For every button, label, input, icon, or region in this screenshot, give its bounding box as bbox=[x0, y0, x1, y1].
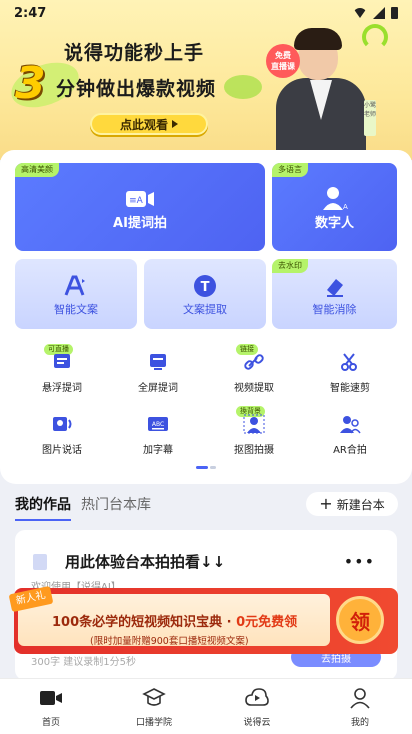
fullscreen-prompter-icon bbox=[147, 352, 169, 372]
nav-label: 口播学院 bbox=[135, 718, 172, 728]
nav-profile[interactable]: 我的 bbox=[325, 687, 395, 728]
watch-now-button[interactable]: 点此观看 bbox=[90, 113, 208, 135]
page-dot bbox=[210, 466, 216, 469]
item-label: 悬浮提词 bbox=[42, 383, 82, 394]
script-meta: 300字 建议录制1分5秒 bbox=[31, 657, 136, 668]
item-label: AR合拍 bbox=[333, 445, 367, 456]
eraser-icon bbox=[324, 276, 346, 298]
card-tag: 去水印 bbox=[272, 259, 308, 273]
smart-erase-card[interactable]: 去水印 智能消除 bbox=[272, 259, 397, 329]
nav-label: 我的 bbox=[350, 718, 369, 728]
card-label: 智能消除 bbox=[312, 303, 357, 316]
item-label: 图片说话 bbox=[42, 445, 82, 456]
digital-human-card[interactable]: 多语言 Ai 数字人 bbox=[272, 163, 397, 251]
image-talk-icon bbox=[51, 414, 73, 434]
more-options-icon[interactable]: ••• bbox=[344, 552, 375, 571]
nav-home[interactable]: 首页 bbox=[16, 687, 86, 728]
svg-text:ABC: ABC bbox=[152, 421, 164, 428]
item-label: 视频提取 bbox=[234, 383, 274, 394]
svg-text:Ai: Ai bbox=[343, 203, 348, 211]
add-subtitle-item[interactable]: ABC 加字幕 bbox=[112, 414, 204, 456]
claim-button[interactable]: 领 bbox=[336, 596, 384, 644]
page-indicator bbox=[196, 466, 216, 470]
decoration-ring-icon bbox=[362, 24, 388, 50]
card-label: 文案提取 bbox=[183, 303, 227, 316]
new-script-button[interactable]: + 新建台本 bbox=[306, 492, 398, 516]
newcomer-promo-popup[interactable]: 100条必学的短视频知识宝典 · 0元免费领 (限时加量附赠900套口播短视频文… bbox=[8, 585, 398, 654]
cutout-shoot-item[interactable]: 換背景 抠图拍摄 bbox=[208, 406, 300, 456]
ai-teleprompter-card[interactable]: 高清美颜 ≡A AI提词拍 bbox=[15, 163, 265, 251]
presenter-image: 免费 直播课 bbox=[262, 28, 382, 160]
banner-headline-1: 说得功能秒上手 bbox=[64, 42, 205, 64]
smart-copy-icon bbox=[63, 275, 89, 297]
ar-duet-item[interactable]: AR合拍 bbox=[304, 414, 396, 456]
battery-icon bbox=[391, 7, 398, 19]
text-extract-icon: T bbox=[193, 274, 217, 298]
subtitle-icon: ABC bbox=[147, 414, 169, 434]
tools-panel: 高清美颜 ≡A AI提词拍 多语言 Ai 数字人 智能文案 T 文案提取 去水印… bbox=[0, 150, 412, 484]
cutout-icon bbox=[243, 414, 265, 434]
smart-cut-item[interactable]: 智能速剪 bbox=[304, 352, 396, 394]
tab-my-works[interactable]: 我的作品 bbox=[15, 494, 71, 521]
copy-extract-card[interactable]: T 文案提取 bbox=[144, 259, 266, 329]
image-talk-item[interactable]: 图片说话 bbox=[16, 414, 108, 456]
script-title: 用此体验台本拍拍看↓↓ bbox=[65, 553, 226, 571]
link-icon bbox=[243, 352, 265, 372]
bottom-navigation: 首页 口播学院 说得云 我的 bbox=[0, 678, 412, 734]
item-label: 加字幕 bbox=[143, 445, 173, 456]
wifi-icon bbox=[353, 8, 367, 18]
nav-label: 说得云 bbox=[243, 718, 271, 728]
card-tag: 高清美颜 bbox=[15, 163, 59, 177]
promo-content: 100条必学的短视频知识宝典 · 0元免费领 (限时加量附赠900套口播短视频文… bbox=[18, 594, 330, 647]
card-label: 数字人 bbox=[314, 216, 354, 231]
new-script-label: 新建台本 bbox=[336, 497, 385, 512]
user-icon bbox=[348, 687, 372, 709]
fullscreen-prompter-item[interactable]: 全屏提词 bbox=[112, 352, 204, 394]
promo-headline: 100条必学的短视频知识宝典 · 0元免费领 bbox=[52, 615, 298, 630]
card-label: AI提词拍 bbox=[113, 216, 167, 231]
item-label: 智能速剪 bbox=[330, 383, 370, 394]
card-label: 智能文案 bbox=[54, 303, 98, 316]
svg-text:≡A: ≡A bbox=[129, 196, 144, 206]
promo-subline: (限时加量附赠900套口播短视频文案) bbox=[90, 636, 249, 647]
free-live-class-badge: 免费 直播课 bbox=[266, 44, 300, 78]
status-time: 2:47 bbox=[14, 5, 47, 21]
video-extract-item[interactable]: 链接 视频提取 bbox=[208, 344, 300, 394]
avatar-ai-icon: Ai bbox=[322, 185, 348, 211]
graduation-cap-icon bbox=[142, 687, 166, 709]
item-label: 全屏提词 bbox=[138, 383, 178, 394]
card-tag: 多语言 bbox=[272, 163, 308, 177]
tab-hot-scripts[interactable]: 热门台本库 bbox=[81, 494, 151, 514]
status-bar: 2:47 bbox=[0, 0, 412, 26]
watch-now-label: 点此观看 bbox=[119, 117, 168, 132]
play-icon bbox=[172, 120, 178, 128]
banner-big-number: 3 bbox=[15, 58, 46, 109]
cloud-play-icon bbox=[245, 687, 269, 709]
nav-academy[interactable]: 口播学院 bbox=[119, 687, 189, 728]
nav-label: 首页 bbox=[41, 718, 60, 728]
floating-prompter-icon bbox=[51, 352, 73, 372]
smart-copy-card[interactable]: 智能文案 bbox=[15, 259, 137, 329]
nav-cloud[interactable]: 说得云 bbox=[222, 687, 292, 728]
document-icon bbox=[33, 554, 47, 570]
item-label: 抠图拍摄 bbox=[234, 445, 274, 456]
banner-decoration bbox=[224, 75, 262, 99]
scissors-icon bbox=[339, 352, 361, 372]
plus-icon: + bbox=[319, 494, 333, 513]
svg-text:T: T bbox=[201, 280, 210, 295]
banner-headline-2: 分钟做出爆款视频 bbox=[56, 78, 217, 100]
page-dot-active bbox=[196, 466, 208, 469]
ar-duet-icon bbox=[339, 414, 361, 434]
video-camera-icon bbox=[39, 687, 63, 709]
signal-icon bbox=[373, 7, 385, 19]
floating-prompter-item[interactable]: 可直播 悬浮提词 bbox=[16, 344, 108, 394]
presenter-name-badge: 小鹭老师 bbox=[364, 100, 376, 136]
teleprompter-icon: ≡A bbox=[125, 189, 155, 209]
